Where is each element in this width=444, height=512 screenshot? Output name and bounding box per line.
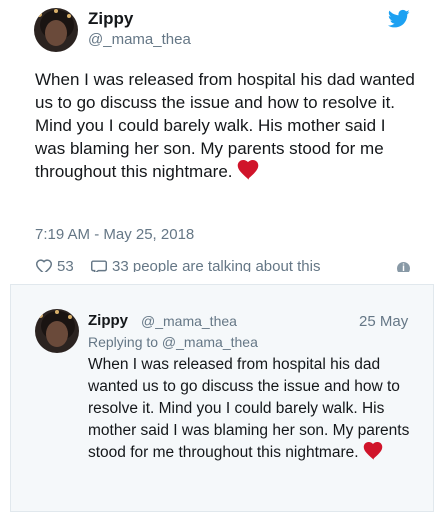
tweet-card: Zippy @_mama_thea When I was released fr… (0, 0, 444, 272)
heart-icon (35, 258, 53, 272)
user-handle[interactable]: @_mama_thea (141, 313, 237, 329)
talking-count: 33 people are talking about this (112, 258, 321, 272)
tweet-timestamp[interactable]: 7:19 AM - May 25, 2018 (35, 226, 194, 243)
avatar[interactable] (35, 309, 79, 353)
heart-emoji-icon (363, 442, 383, 460)
like-action[interactable]: 53 (35, 258, 74, 272)
tweet-text: When I was released from hospital his da… (35, 68, 415, 183)
heart-emoji-icon (237, 160, 259, 180)
replying-to[interactable]: Replying to @_mama_thea (88, 334, 258, 350)
comment-icon (91, 259, 107, 272)
like-count: 53 (57, 258, 74, 272)
reply-date[interactable]: 25 May (359, 313, 408, 330)
conversation-action[interactable]: 33 people are talking about this (90, 258, 320, 272)
info-icon[interactable]: i (397, 262, 410, 272)
display-name[interactable]: Zippy (88, 312, 128, 329)
avatar[interactable] (34, 8, 78, 52)
user-handle[interactable]: @_mama_thea (88, 31, 191, 48)
twitter-bird-icon[interactable] (388, 9, 410, 29)
reply-text-content: When I was released from hospital his da… (88, 356, 410, 461)
tweet-text-content: When I was released from hospital his da… (35, 70, 415, 181)
display-name[interactable]: Zippy (88, 9, 133, 29)
reply-card: Zippy @_mama_thea 25 May Replying to @_m… (10, 284, 434, 512)
reply-text: When I was released from hospital his da… (88, 354, 418, 464)
tweet-actions: 53 33 people are talking about this i (35, 258, 415, 272)
